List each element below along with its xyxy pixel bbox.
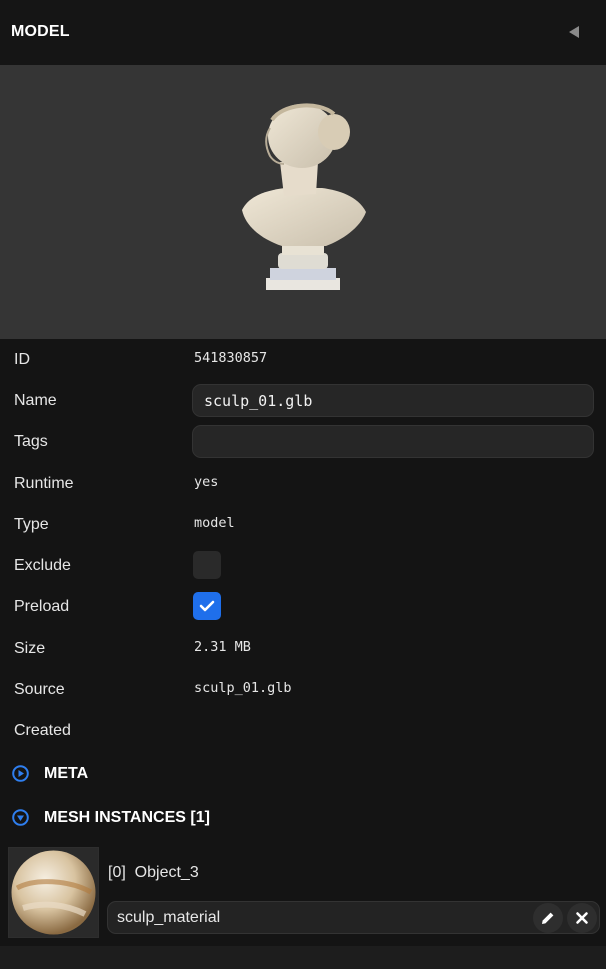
edit-material-button[interactable] — [533, 903, 563, 933]
model-preview — [0, 65, 606, 339]
property-runtime: Runtime yes — [0, 463, 606, 504]
mesh-instance-name: [0] Object_3 — [108, 864, 199, 881]
expand-circle-icon — [12, 765, 29, 782]
material-field[interactable]: sculp_material — [107, 901, 600, 934]
property-source: Source sculp_01.glb — [0, 669, 606, 710]
preload-checkbox[interactable] — [193, 592, 221, 620]
mesh-instances-section-title: MESH INSTANCES [1] — [44, 809, 210, 826]
runtime-label: Runtime — [14, 475, 74, 492]
panel-footer — [0, 946, 606, 969]
tags-label: Tags — [14, 433, 48, 450]
created-label: Created — [14, 722, 71, 739]
property-tags: Tags — [0, 421, 606, 462]
property-type: Type model — [0, 504, 606, 545]
panel-header: MODEL — [0, 0, 606, 65]
bust-sculpture-image — [242, 103, 366, 290]
size-label: Size — [14, 640, 46, 657]
id-value: 541830857 — [194, 350, 268, 366]
property-name: Name — [0, 380, 606, 421]
material-thumbnail — [8, 847, 99, 938]
property-preload: Preload — [0, 586, 606, 627]
checkmark-icon — [199, 600, 215, 612]
mesh-instance-item: [0] Object_3 sculp_material — [0, 843, 606, 946]
remove-material-button[interactable] — [567, 903, 597, 933]
close-icon — [576, 912, 588, 924]
source-value: sculp_01.glb — [194, 680, 292, 696]
source-label: Source — [14, 681, 65, 698]
property-created: Created — [0, 710, 606, 751]
panel-title: MODEL — [11, 23, 70, 40]
runtime-value: yes — [194, 474, 219, 490]
size-value: 2.31 MB — [194, 639, 251, 655]
exclude-label: Exclude — [14, 557, 71, 574]
name-input[interactable] — [192, 384, 594, 417]
type-value: model — [194, 515, 235, 531]
material-name: sculp_material — [117, 909, 221, 926]
mesh-instances-section-header[interactable]: MESH INSTANCES [1] — [0, 797, 606, 837]
tags-input[interactable] — [192, 425, 594, 458]
preload-label: Preload — [14, 598, 70, 615]
property-size: Size 2.31 MB — [0, 628, 606, 669]
exclude-checkbox[interactable] — [193, 551, 221, 579]
pencil-icon — [542, 912, 554, 924]
id-label: ID — [14, 351, 30, 368]
meta-section-title: META — [44, 765, 89, 782]
property-id: ID 541830857 — [0, 339, 606, 380]
type-label: Type — [14, 516, 49, 533]
collapse-panel-icon[interactable] — [566, 24, 582, 40]
name-label: Name — [14, 392, 57, 409]
property-exclude: Exclude — [0, 545, 606, 586]
meta-section-header[interactable]: META — [0, 753, 606, 793]
collapse-circle-icon — [12, 809, 29, 826]
